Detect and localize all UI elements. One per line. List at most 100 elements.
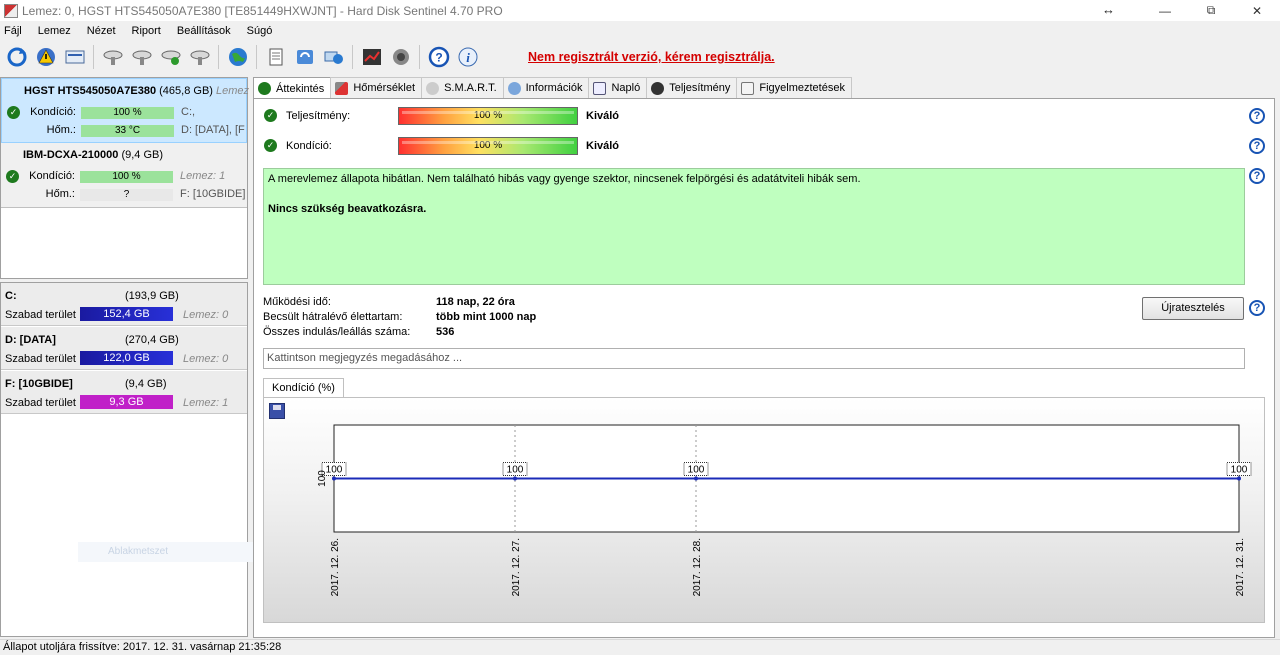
temp-label: Hőm.:: [45, 188, 75, 200]
help-icon[interactable]: ?: [1249, 108, 1265, 124]
lifetime-value: több mint 1000 nap: [436, 311, 537, 323]
tab-label: Figyelmeztetések: [759, 82, 845, 94]
tab-temperature[interactable]: Hőmérséklet: [330, 77, 423, 98]
condition-label: Kondíció:: [286, 140, 332, 152]
tab-log[interactable]: Napló: [588, 77, 648, 98]
lifetime-label: Becsült hátralévő élettartam:: [263, 311, 403, 323]
tab-performance[interactable]: Teljesítmény: [646, 77, 738, 98]
tab-overview[interactable]: Áttekintés: [253, 77, 332, 99]
refresh-icon[interactable]: [4, 45, 29, 70]
disk-item-ibm[interactable]: IBM-DCXA-210000 (9,4 GB) ✓ Kondíció: 100…: [1, 143, 247, 208]
retest-button[interactable]: Újratesztelés: [1142, 297, 1244, 320]
close-button[interactable]: ✕: [1234, 0, 1280, 21]
menu-help[interactable]: Súgó: [247, 25, 273, 37]
data-label: 100: [1231, 465, 1248, 476]
volume-list: C: (193,9 GB) Szabad terület 152,4 GB Le…: [0, 282, 248, 637]
hdd-3-icon[interactable]: [158, 45, 183, 70]
status-description: A merevlemez állapota hibátlan. Nem talá…: [263, 168, 1245, 285]
condition-label: Kondíció:: [30, 106, 76, 118]
network-icon[interactable]: [321, 45, 346, 70]
document-icon[interactable]: [263, 45, 288, 70]
help-icon[interactable]: ?: [1249, 300, 1265, 316]
menu-bar: Fájl Lemez Nézet Riport Beállítások Súgó: [0, 21, 1280, 40]
note-input[interactable]: Kattintson megjegyzés megadásához ...: [263, 348, 1245, 369]
menu-disk[interactable]: Lemez: [38, 25, 71, 37]
warning-icon[interactable]: [33, 45, 58, 70]
chart-icon[interactable]: [359, 45, 384, 70]
menu-report[interactable]: Riport: [132, 25, 161, 37]
minimize-button[interactable]: —: [1142, 0, 1188, 21]
condition-bar: 100 %: [80, 171, 173, 183]
chart-tab-condition[interactable]: Kondíció (%): [263, 378, 344, 398]
free-space-label: Szabad terület: [5, 397, 76, 409]
x-tick-label: 2017. 12. 26.: [330, 538, 341, 596]
svg-text:i: i: [466, 50, 470, 65]
x-tick-label: 2017. 12. 31.: [1235, 538, 1246, 596]
x-tick-label: 2017. 12. 27.: [511, 538, 522, 596]
app-icon: [4, 3, 18, 18]
disk-panel-icon[interactable]: [62, 45, 87, 70]
disk-name: IBM-DCXA-210000 (9,4 GB): [23, 149, 164, 161]
speaker-icon[interactable]: [388, 45, 413, 70]
tab-alerts[interactable]: Figyelmeztetések: [736, 77, 852, 98]
help-icon[interactable]: ?: [426, 45, 451, 70]
hdd-icon: [426, 81, 440, 95]
tab-smart[interactable]: S.M.A.R.T.: [421, 77, 504, 98]
unregistered-link[interactable]: Nem regisztrált verzió, kérem regisztrál…: [528, 50, 775, 64]
disk-volumes-text: C:,: [181, 106, 196, 118]
condition-bar: 100 %: [81, 107, 174, 119]
performance-rating: Kiváló: [586, 110, 620, 122]
free-space-bar: 122,0 GB: [80, 351, 173, 365]
tab-information[interactable]: Információk: [502, 77, 590, 98]
free-space-bar: 9,3 GB: [80, 395, 173, 409]
data-label: 100: [688, 465, 705, 476]
y-tick-label: 100: [317, 470, 328, 487]
tab-label: Napló: [611, 82, 641, 94]
free-space-bar: 152,4 GB: [80, 307, 173, 321]
performance-bar: 100 %: [398, 107, 578, 125]
hdd-1-icon[interactable]: [100, 45, 125, 70]
disk-item-hgst[interactable]: HGST HTS545050A7E380 (465,8 GB) Lemez ✓ …: [1, 78, 249, 143]
tab-label: Áttekintés: [276, 82, 325, 95]
status-text: A merevlemez állapota hibátlan. Nem talá…: [268, 173, 861, 185]
tab-label: Hőmérséklet: [353, 82, 416, 94]
data-label: 100: [507, 465, 524, 476]
restore-button[interactable]: ⧉: [1188, 0, 1234, 21]
volume-disk-index: Lemez: 1: [183, 397, 229, 409]
gauge-icon: [651, 81, 665, 95]
free-space-label: Szabad terület: [5, 353, 76, 365]
globe-icon[interactable]: [225, 45, 250, 70]
volume-name: D: [DATA]: [5, 334, 56, 346]
data-point: [513, 476, 517, 481]
data-point: [694, 476, 698, 481]
condition-rating: Kiváló: [586, 140, 620, 152]
starts-value: 536: [436, 326, 455, 338]
window-title: Lemez: 0, HGST HTS545050A7E380 [TE851449…: [22, 3, 503, 18]
title-bar: Lemez: 0, HGST HTS545050A7E380 [TE851449…: [0, 0, 1280, 21]
condition-label: Kondíció:: [29, 170, 75, 182]
volume-item-d[interactable]: D: [DATA] (270,4 GB) Szabad terület 122,…: [1, 327, 247, 370]
hdd-2-icon[interactable]: [129, 45, 154, 70]
x-tick-label: 2017. 12. 28.: [692, 538, 703, 596]
menu-view[interactable]: Nézet: [87, 25, 116, 37]
info-icon[interactable]: i: [455, 45, 480, 70]
volume-item-f[interactable]: F: [10GBIDE] (9,4 GB) Szabad terület 9,3…: [1, 371, 247, 414]
help-icon[interactable]: ?: [1249, 168, 1265, 184]
condition-chart: 100 100 100 1001002017. 12. 26. 2017. 12. 27…: [317, 424, 1252, 596]
sync-icon[interactable]: [292, 45, 317, 70]
menu-settings[interactable]: Beállítások: [177, 25, 231, 37]
condition-row: ✓ Kondíció: 100 % Kiváló: [262, 136, 1262, 156]
help-icon[interactable]: ?: [1249, 138, 1265, 154]
temp-label: Hőm.:: [46, 124, 76, 136]
data-label: 100: [326, 465, 343, 476]
menu-file[interactable]: Fájl: [4, 25, 22, 37]
tab-label: Információk: [525, 82, 583, 94]
performance-label: Teljesítmény:: [286, 110, 351, 122]
resize-icon: ↔: [1102, 2, 1115, 17]
volume-item-c[interactable]: C: (193,9 GB) Szabad terület 152,4 GB Le…: [1, 283, 247, 326]
data-point: [1237, 476, 1241, 481]
starts-label: Összes indulás/leállás száma:: [263, 326, 411, 338]
hdd-4-icon[interactable]: [187, 45, 212, 70]
condition-chart-panel: 100 100 100 100 100 2017. 12. 26. 2017. 12. 27…: [263, 397, 1265, 623]
volume-size: (270,4 GB): [125, 334, 179, 346]
